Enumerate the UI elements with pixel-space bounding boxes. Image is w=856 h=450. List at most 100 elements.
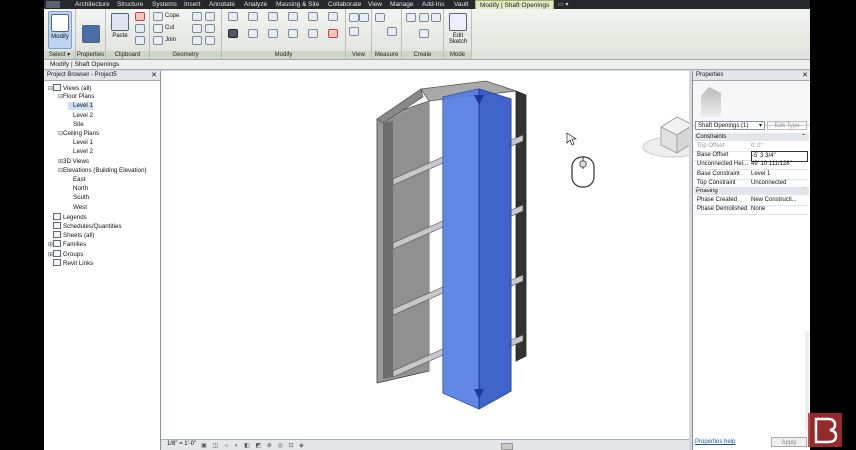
modify-panel: Modify xyxy=(222,9,346,59)
edit-sketch-button[interactable]: Edit Sketch xyxy=(446,11,470,49)
create-group-icon[interactable] xyxy=(431,13,441,22)
browser-node-groups[interactable]: ⊞ Groups xyxy=(48,249,83,259)
align-icon[interactable] xyxy=(228,12,238,21)
split-icon[interactable] xyxy=(308,12,318,21)
browser-node-schedules-quantities[interactable]: Schedules/Quantities xyxy=(48,222,121,231)
tab-massing-site[interactable]: Massing & Site xyxy=(276,0,319,9)
tab-modify-shaft-openings[interactable]: Modify | Shaft Openings xyxy=(475,0,555,9)
copy-icon[interactable] xyxy=(135,24,145,33)
tab-analyze[interactable]: Analyze xyxy=(244,0,267,9)
browser-node-elevations-building-elevation[interactable]: ⊟Elevations (Building Elevation) xyxy=(58,167,147,175)
tab-collaborate[interactable]: Collaborate xyxy=(328,0,361,9)
tab-structure[interactable]: Structure xyxy=(117,0,143,9)
viewcube[interactable] xyxy=(642,116,704,158)
remove-paint-icon[interactable] xyxy=(205,24,215,33)
copy-element-icon[interactable] xyxy=(248,29,258,38)
paste-button[interactable]: Paste xyxy=(108,11,132,49)
property-value[interactable]: 0' 0" xyxy=(751,142,808,151)
select-panel-label[interactable]: Select ▾ xyxy=(44,51,75,59)
close-icon[interactable]: ✕ xyxy=(802,71,808,80)
browser-node-east[interactable]: East xyxy=(68,176,85,184)
array-icon[interactable] xyxy=(308,29,318,38)
browser-node-west[interactable]: West xyxy=(68,204,87,212)
property-name: Top Constraint xyxy=(697,179,736,186)
cut-geometry-icon[interactable] xyxy=(153,24,163,33)
edit-type-button[interactable]: Edit Type xyxy=(767,121,807,130)
property-value[interactable]: Level 1 xyxy=(751,170,808,179)
browser-node-views-all[interactable]: ⊟ Views (all) xyxy=(48,84,91,93)
browser-node-sheets-all[interactable]: Sheets (all) xyxy=(48,231,94,240)
create-assembly-icon[interactable] xyxy=(406,13,416,22)
view-control-icons[interactable]: ▣ ◫ ☼ ◐ ◧ ◩ ⊕ ◎ ⊡ ◈ xyxy=(201,442,306,449)
trim-extend-icon[interactable] xyxy=(288,29,298,38)
tab-systems[interactable]: Systems xyxy=(152,0,177,9)
offset-icon[interactable] xyxy=(248,12,258,21)
match-properties-icon[interactable] xyxy=(135,36,145,45)
property-value[interactable]: None xyxy=(751,205,808,214)
browser-node-level-2[interactable]: Level 2 xyxy=(68,148,93,156)
tab-manage[interactable]: Manage xyxy=(390,0,414,9)
tab-insert[interactable]: Insert xyxy=(184,0,200,9)
join-label[interactable]: Join xyxy=(165,37,176,43)
cope-icon[interactable] xyxy=(153,12,163,21)
mirror-axis-icon[interactable] xyxy=(268,12,278,21)
view-scale[interactable]: 1/8" = 1'-0" xyxy=(167,441,196,447)
properties-help-link[interactable]: Properties help xyxy=(695,439,735,445)
browser-node-south[interactable]: South xyxy=(68,194,89,202)
tab-annotate[interactable]: Annotate xyxy=(209,0,235,9)
shaft-side-face xyxy=(479,89,511,409)
tab-view[interactable]: View xyxy=(368,0,382,9)
property-value[interactable]: New Constructi... xyxy=(751,196,808,205)
browser-node-level-1[interactable]: Level 1 xyxy=(68,102,93,111)
3d-viewport[interactable]: ▭ ▯ ✕ xyxy=(161,71,728,439)
tab-add-ins[interactable]: Add-Ins xyxy=(422,0,444,9)
left-wall-side xyxy=(383,121,393,379)
demolish-icon[interactable] xyxy=(205,36,215,45)
property-row[interactable]: Top Constraint Unconnected xyxy=(694,179,809,189)
type-selector[interactable]: Shaft Openings (1) ▾ xyxy=(695,121,765,130)
constraints-group-header[interactable]: Constraints ⌃ xyxy=(694,133,809,141)
override-graphics-icon[interactable] xyxy=(359,13,369,22)
hide-in-view-icon[interactable] xyxy=(349,13,359,22)
split-face-icon[interactable] xyxy=(192,12,202,21)
browser-node-north[interactable]: North xyxy=(68,185,88,193)
tab-vault[interactable]: Vault xyxy=(454,0,468,9)
move-icon[interactable] xyxy=(228,29,238,38)
trim-icon[interactable] xyxy=(328,12,338,21)
model-3d-canvas[interactable]: ▭ ▯ ✕ xyxy=(161,71,728,439)
browser-node-floor-plans[interactable]: ⊟Floor Plans xyxy=(58,93,94,101)
browser-node-families[interactable]: ⊞ Families xyxy=(48,240,86,249)
dimension-icon[interactable] xyxy=(387,27,397,36)
measure-icon[interactable] xyxy=(375,13,385,22)
create-parts-icon[interactable] xyxy=(419,13,429,22)
browser-node-ceiling-plans[interactable]: ⊟Ceiling Plans xyxy=(58,130,99,138)
unjoin-icon[interactable] xyxy=(192,36,202,45)
property-row[interactable]: Phase Demolished None xyxy=(694,205,809,216)
create-similar-icon[interactable] xyxy=(419,29,429,38)
property-value[interactable]: 49' 10 111/128" xyxy=(751,160,808,169)
browser-node-3d-views[interactable]: ⊞3D Views xyxy=(58,158,89,166)
apply-button[interactable]: Apply xyxy=(771,437,807,447)
wall-joins-icon[interactable] xyxy=(192,24,202,33)
delete-icon[interactable] xyxy=(328,29,338,38)
modify-button[interactable]: Modify xyxy=(48,11,72,49)
rotate-icon[interactable] xyxy=(268,29,278,38)
paint-icon[interactable] xyxy=(205,12,215,21)
browser-node-level-1[interactable]: Level 1 xyxy=(68,139,93,147)
app-menu-button[interactable] xyxy=(46,0,60,9)
browser-node-level-2[interactable]: Level 2 xyxy=(68,112,93,120)
ribbon-minimize-icon[interactable]: ▭ ▾ xyxy=(558,1,568,8)
close-icon[interactable]: ✕ xyxy=(151,71,157,80)
property-value[interactable]: Unconnected xyxy=(751,179,808,188)
browser-node-revit-links[interactable]: Revit Links xyxy=(48,258,93,268)
tab-architecture[interactable]: Architecture xyxy=(75,0,110,9)
browser-node-legends[interactable]: Legends xyxy=(48,212,87,222)
mirror-draw-icon[interactable] xyxy=(288,12,298,21)
linework-icon[interactable] xyxy=(349,27,359,36)
cope-label[interactable]: Cope xyxy=(165,13,179,19)
browser-node-site[interactable]: Site xyxy=(68,121,84,129)
cut-clipboard-icon[interactable] xyxy=(135,12,145,21)
cut-label[interactable]: Cut xyxy=(165,25,174,31)
horizontal-scrollbar-thumb[interactable] xyxy=(501,443,513,450)
join-icon[interactable] xyxy=(153,36,163,45)
